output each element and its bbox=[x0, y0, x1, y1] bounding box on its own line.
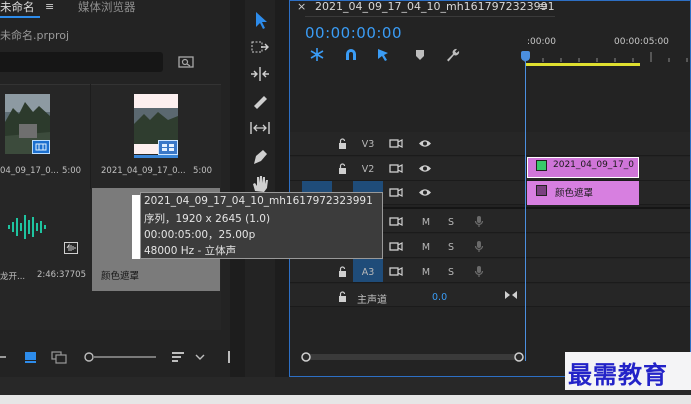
microphone-icon[interactable] bbox=[474, 215, 484, 228]
zoom-slider[interactable] bbox=[84, 352, 156, 362]
lock-icon[interactable] bbox=[338, 266, 347, 277]
audio-clip-duration: 2:46:37705 bbox=[37, 270, 86, 280]
microphone-icon[interactable] bbox=[474, 240, 484, 253]
sort-icon[interactable] bbox=[172, 352, 184, 362]
track-label-a3[interactable]: A3 bbox=[357, 267, 379, 278]
snap-icon[interactable] bbox=[343, 47, 359, 62]
linked-selection-icon[interactable] bbox=[376, 47, 392, 62]
sequence-name: 2021_04_09_17_0... bbox=[101, 166, 186, 176]
selection-tool-icon[interactable] bbox=[247, 10, 273, 30]
audio-badge-icon bbox=[64, 242, 78, 254]
tooltip-audio: 48000 Hz - 立体声 bbox=[144, 245, 237, 257]
hand-tool-icon[interactable] bbox=[247, 173, 273, 193]
sync-lock-icon[interactable] bbox=[389, 216, 403, 227]
sequence-tab-title[interactable]: 2021_04_09_17_04_10_mh1617972323991 bbox=[315, 0, 555, 13]
clip-name: 04_09_17_0... bbox=[0, 166, 59, 176]
project-footer-toolbar bbox=[0, 342, 230, 374]
track-row-v3 bbox=[290, 132, 690, 156]
playhead-handle[interactable] bbox=[521, 51, 530, 61]
nest-icon[interactable] bbox=[309, 47, 325, 62]
sync-lock-icon[interactable] bbox=[389, 187, 403, 198]
track-row-a3 bbox=[290, 259, 690, 283]
ruler-start-time: :00:00 bbox=[527, 37, 556, 47]
playhead-line[interactable] bbox=[525, 55, 526, 361]
sync-lock-icon[interactable] bbox=[389, 241, 403, 252]
sync-lock-icon[interactable] bbox=[389, 138, 403, 149]
search-input[interactable] bbox=[0, 52, 163, 72]
tab-active-indicator bbox=[0, 16, 40, 18]
clip-label: 2021_04_09_17_0 bbox=[553, 160, 634, 170]
lock-icon[interactable] bbox=[338, 163, 347, 174]
razor-tool-icon[interactable] bbox=[247, 91, 273, 111]
work-area-bar[interactable] bbox=[526, 63, 640, 66]
watermark-logo: 最需教育 bbox=[568, 360, 668, 389]
item-divider bbox=[90, 84, 91, 189]
sync-lock-icon[interactable] bbox=[389, 266, 403, 277]
audio-clip-name: 龙开... bbox=[0, 272, 26, 282]
mute-button[interactable]: M bbox=[415, 242, 437, 253]
master-track-label: 主声道 bbox=[357, 295, 387, 306]
panel-menu-icon[interactable]: ≡ bbox=[45, 0, 54, 13]
track-row-master bbox=[290, 284, 690, 307]
track-label-v2[interactable]: V2 bbox=[357, 164, 379, 175]
window-bottom-edge bbox=[0, 395, 691, 404]
icon-view-icon[interactable] bbox=[25, 352, 36, 363]
mute-button[interactable]: M bbox=[415, 217, 437, 228]
sync-lock-icon[interactable] bbox=[389, 163, 403, 174]
audio-waveform-icon[interactable] bbox=[6, 214, 48, 240]
microphone-icon[interactable] bbox=[474, 265, 484, 278]
freeform-view-icon[interactable] bbox=[51, 351, 67, 364]
timeline-zoom-scrollbar[interactable] bbox=[300, 350, 525, 364]
sequence-usage-bar bbox=[134, 155, 178, 158]
tooltip-duration: 00:00:05:00，25.00p bbox=[144, 229, 256, 241]
project-filename: 未命名.prproj bbox=[0, 29, 70, 42]
solo-button[interactable]: S bbox=[440, 242, 462, 253]
tab-project[interactable]: 未命名 bbox=[0, 0, 35, 15]
lock-icon[interactable] bbox=[338, 291, 347, 302]
slip-tool-icon[interactable] bbox=[247, 118, 273, 138]
tab-divider bbox=[305, 16, 555, 17]
sequence-badge-icon bbox=[158, 140, 178, 155]
clip-duration: 5:00 bbox=[62, 166, 82, 176]
tab-media-browser[interactable]: 媒体浏览器 bbox=[78, 0, 136, 15]
wrench-settings-icon[interactable] bbox=[444, 47, 460, 62]
solo-button[interactable]: S bbox=[440, 217, 462, 228]
playhead-timecode[interactable]: 00:00:00:00 bbox=[305, 24, 402, 42]
video-badge-icon bbox=[32, 140, 50, 154]
close-icon[interactable]: × bbox=[297, 0, 306, 13]
track-label-v3[interactable]: V3 bbox=[357, 139, 379, 150]
color-matte-name: 颜色遮罩 bbox=[101, 271, 140, 282]
time-ruler[interactable] bbox=[524, 50, 691, 62]
color-matte-swatch bbox=[132, 195, 140, 259]
list-view-icon[interactable] bbox=[0, 356, 6, 358]
master-volume-value[interactable]: 0.0 bbox=[432, 292, 447, 303]
track-select-tool-icon[interactable] bbox=[247, 37, 273, 57]
go-to-edit-point-icon[interactable] bbox=[504, 289, 518, 301]
tooltip-name: 2021_04_09_17_04_10_mh1617972323991 bbox=[144, 195, 373, 207]
chevron-down-icon[interactable] bbox=[195, 354, 205, 360]
eye-icon[interactable] bbox=[418, 163, 432, 174]
mute-button[interactable]: M bbox=[415, 267, 437, 278]
ruler-end-time: 00:00:05:00 bbox=[614, 37, 669, 47]
panel-menu-icon[interactable]: ≡ bbox=[539, 0, 548, 13]
lock-icon[interactable] bbox=[338, 138, 347, 149]
pen-tool-icon[interactable] bbox=[247, 147, 273, 167]
fx-badge-icon bbox=[536, 160, 547, 171]
tooltip-format: 序列，1920 x 2645 (1.0) bbox=[144, 213, 271, 225]
clip-label: 颜色遮罩 bbox=[555, 188, 594, 199]
automate-icon[interactable] bbox=[228, 351, 230, 363]
eye-icon[interactable] bbox=[418, 138, 432, 149]
eye-icon[interactable] bbox=[418, 187, 432, 198]
solo-button[interactable]: S bbox=[440, 267, 462, 278]
sequence-duration: 5:00 bbox=[193, 166, 213, 176]
fx-badge-icon bbox=[536, 185, 547, 196]
add-marker-icon[interactable] bbox=[412, 47, 428, 62]
new-search-bin-icon[interactable] bbox=[178, 55, 194, 69]
ripple-edit-tool-icon[interactable] bbox=[247, 64, 273, 84]
